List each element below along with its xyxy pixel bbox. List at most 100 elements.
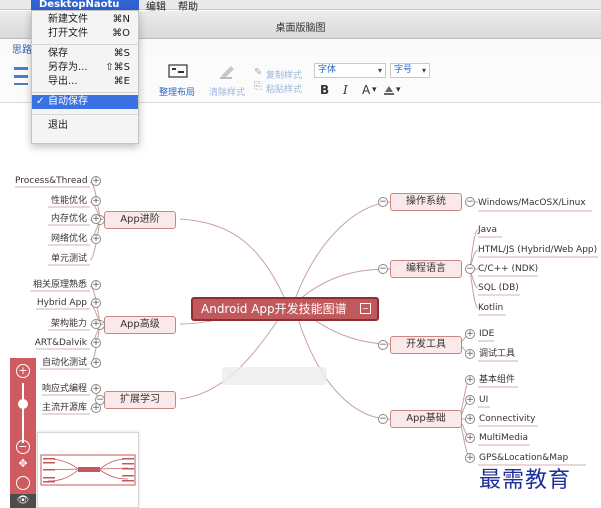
clear-style-icon[interactable]: [218, 63, 236, 81]
chevron-down-icon: ▾: [377, 66, 382, 75]
menu-item-save-as[interactable]: 另存为... ⇧⌘S: [32, 61, 138, 75]
root-node[interactable]: Android App开发技能图谱 −: [191, 297, 379, 321]
menu-item-save[interactable]: 保存 ⌘S: [32, 47, 138, 61]
clear-style-button[interactable]: 清除样式: [209, 85, 245, 98]
zoom-slider-track[interactable]: [22, 383, 24, 443]
font-size-select[interactable]: 字号 ▾: [390, 63, 430, 78]
expand-icon[interactable]: +: [91, 196, 101, 206]
italic-button[interactable]: I: [343, 83, 348, 97]
menu-item-export[interactable]: 导出... ⌘E: [32, 75, 138, 89]
mac-menubar: DesktopNaotu 编辑 帮助: [0, 0, 601, 13]
checkmark-icon: ✓: [36, 96, 45, 107]
zoom-in-icon[interactable]: +: [16, 364, 30, 378]
leaf-node[interactable]: 内存优化: [30, 213, 87, 225]
expand-icon[interactable]: +: [465, 414, 475, 424]
expand-icon[interactable]: +: [465, 433, 475, 443]
leaf-node[interactable]: 相关原理熟悉: [10, 279, 87, 291]
menu-separator: [32, 114, 138, 115]
zoom-panel: + − ✥ 👁: [10, 358, 36, 508]
leaf-node[interactable]: MultiMedia: [479, 432, 528, 444]
leaf-node[interactable]: HTML/JS (Hybrid/Web App): [478, 244, 597, 256]
move-icon[interactable]: ✥: [16, 458, 30, 472]
leaf-node[interactable]: 性能优化: [30, 195, 87, 207]
branch-app-advanced[interactable]: App进阶: [104, 211, 176, 229]
leaf-node[interactable]: 网络优化: [30, 233, 87, 245]
tab-idea[interactable]: 思路: [12, 41, 32, 56]
watermark: 最需教育: [479, 468, 572, 493]
expand-icon[interactable]: +: [91, 214, 101, 224]
expand-icon[interactable]: +: [465, 395, 475, 405]
expand-icon[interactable]: +: [465, 375, 475, 385]
leaf-node[interactable]: Kotlin: [478, 302, 503, 314]
expand-icon[interactable]: +: [91, 319, 101, 329]
leaf-node[interactable]: Java: [478, 224, 497, 236]
branch-dev-tools[interactable]: 开发工具: [390, 336, 462, 354]
menu-separator: [32, 92, 138, 93]
collapse-icon[interactable]: −: [360, 303, 371, 314]
expand-icon[interactable]: +: [91, 358, 101, 368]
leaf-node[interactable]: IDE: [479, 328, 494, 340]
branch-operating-system[interactable]: 操作系统: [390, 193, 462, 211]
expand-icon[interactable]: +: [91, 176, 101, 186]
menu-item-autosave[interactable]: ✓ 自动保存: [32, 95, 138, 109]
background-color-icon[interactable]: [383, 84, 395, 96]
menu-item-new[interactable]: 新建文件 ⌘N: [32, 13, 138, 27]
branch-extended-learning[interactable]: 扩展学习: [104, 391, 176, 409]
file-dropdown-menu: 新建文件 ⌘N 打开文件 ⌘O 保存 ⌘S 另存为... ⇧⌘S 导出... ⌘E ✓ 自动…: [31, 10, 139, 144]
expand-icon[interactable]: +: [465, 453, 475, 463]
menu-item-quit[interactable]: 退出: [32, 119, 138, 133]
branch-app-basics[interactable]: App基础: [390, 410, 462, 428]
leaf-node[interactable]: 架构能力: [30, 318, 87, 330]
expand-icon[interactable]: +: [465, 329, 475, 339]
leaf-node[interactable]: UI: [479, 394, 488, 406]
paste-style-icon: ⎘: [254, 81, 262, 92]
collapse-icon[interactable]: −: [465, 197, 475, 207]
leaf-node[interactable]: Process&Thread: [15, 175, 88, 187]
organize-layout-button[interactable]: 整理布局: [159, 85, 195, 98]
leaf-node[interactable]: 单元测试: [30, 253, 87, 265]
copy-style-icon: ✎: [254, 67, 263, 78]
branch-programming-language[interactable]: 编程语言: [390, 260, 462, 278]
locate-icon[interactable]: [16, 476, 30, 490]
chevron-down-icon: ▾: [421, 66, 426, 75]
eye-icon[interactable]: 👁: [10, 494, 36, 508]
font-family-select[interactable]: 字体 ▾: [314, 63, 386, 78]
chevron-down-icon[interactable]: ▾: [396, 85, 401, 95]
menu-separator: [32, 44, 138, 45]
chevron-down-icon[interactable]: ▾: [372, 85, 377, 95]
expand-icon[interactable]: +: [465, 349, 475, 359]
expand-icon[interactable]: +: [91, 298, 101, 308]
blurred-label: [222, 367, 327, 385]
zoom-out-icon[interactable]: −: [16, 440, 30, 454]
zoom-slider-handle[interactable]: [18, 399, 28, 409]
paste-style-button[interactable]: 粘贴样式: [266, 82, 302, 95]
collapse-icon[interactable]: −: [378, 340, 388, 350]
collapse-icon[interactable]: −: [465, 264, 475, 274]
leaf-node[interactable]: Hybrid App: [15, 297, 87, 309]
organize-layout-icon[interactable]: [167, 63, 189, 81]
menu-item-open[interactable]: 打开文件 ⌘O: [32, 27, 138, 41]
expand-icon[interactable]: +: [91, 234, 101, 244]
leaf-node[interactable]: ART&Dalvik: [15, 337, 87, 349]
collapse-icon[interactable]: −: [378, 264, 388, 274]
expand-icon[interactable]: +: [91, 384, 101, 394]
outline-icon[interactable]: [12, 63, 32, 87]
leaf-node[interactable]: SQL (DB): [478, 282, 519, 294]
bold-button[interactable]: B: [320, 83, 329, 97]
font-color-button[interactable]: A: [362, 83, 370, 97]
expand-icon[interactable]: +: [91, 338, 101, 348]
leaf-node[interactable]: Windows/MacOSX/Linux: [478, 197, 586, 209]
leaf-node[interactable]: C/C++ (NDK): [478, 263, 538, 275]
app-menu-title[interactable]: DesktopNaotu: [31, 0, 139, 10]
collapse-icon[interactable]: −: [378, 197, 388, 207]
copy-style-button[interactable]: 复制样式: [266, 68, 302, 81]
expand-icon[interactable]: +: [91, 403, 101, 413]
minimap-preview: [40, 454, 136, 486]
leaf-node[interactable]: Connectivity: [479, 413, 535, 425]
expand-icon[interactable]: +: [91, 280, 101, 290]
minimap[interactable]: [37, 432, 139, 508]
leaf-node[interactable]: 基本组件: [479, 374, 515, 386]
collapse-icon[interactable]: −: [378, 414, 388, 424]
leaf-node[interactable]: 调试工具: [479, 348, 515, 360]
branch-app-senior[interactable]: App高级: [104, 316, 176, 334]
